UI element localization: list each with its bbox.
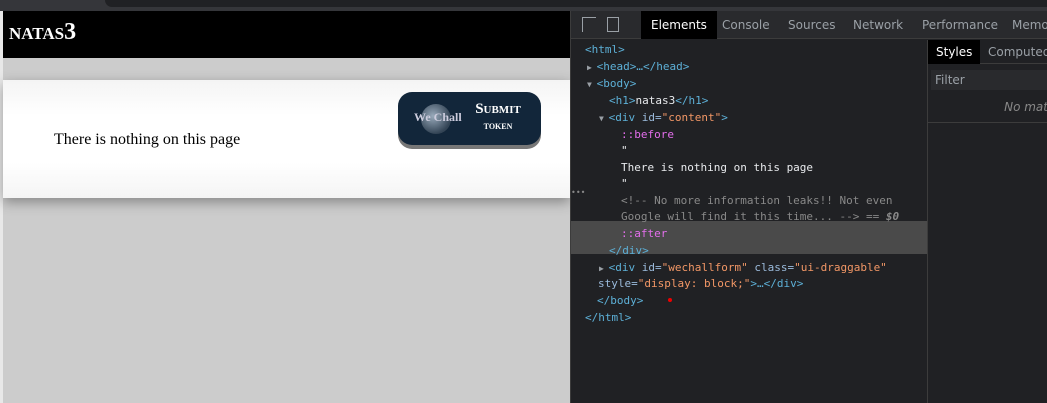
dom-html-close[interactable]: </html> — [585, 309, 631, 326]
styles-pane: Styles Computed Filter No mat — [927, 40, 1047, 403]
tab-console[interactable]: Console — [712, 11, 780, 39]
dom-node-div-content[interactable]: ▼ <div id="content"> — [599, 109, 728, 126]
more-options-icon[interactable]: ••• — [571, 184, 585, 201]
collapse-arrow-icon[interactable]: ▼ — [599, 114, 609, 123]
dom-tree: <html> ▶ <head>…</head> ▼ <body> <h1>nat… — [571, 40, 927, 403]
tab-sources[interactable]: Sources — [778, 11, 845, 39]
h1-close: </h1> — [675, 94, 709, 107]
no-matching-text: No mat — [1004, 100, 1047, 114]
comment-text: Google will find it this time... --> — [621, 210, 860, 223]
dom-div-close[interactable]: </div> — [609, 242, 649, 259]
expand-arrow-icon[interactable]: ▶ — [599, 264, 609, 273]
token-label: token — [483, 118, 513, 132]
wechall-logo: We Chall — [414, 110, 462, 124]
h1-text: natas3 — [635, 94, 676, 107]
wf-style-attr: style= — [598, 277, 638, 290]
console-ref: $0 — [885, 210, 900, 223]
red-dot — [668, 298, 672, 302]
dom-node-wechallform[interactable]: ▶ <div id="wechallform" class="ui-dragga… — [599, 259, 887, 276]
submit-label: Submit — [475, 101, 521, 117]
dom-wechallform-style[interactable]: style="display: block;">…</div> — [598, 275, 803, 292]
h1-open: <h1> — [609, 94, 636, 107]
dom-quote: " — [621, 177, 628, 190]
collapse-arrow-icon[interactable]: ▼ — [587, 80, 597, 89]
page-title: natas3 — [9, 19, 77, 45]
content-box: There is nothing on this page We Chall S… — [3, 80, 570, 198]
dom-node-after[interactable]: ::after — [621, 225, 667, 242]
content-text: There is nothing on this page — [54, 131, 241, 148]
dom-comment-line1[interactable]: <!-- No more information leaks!! Not eve… — [621, 192, 893, 209]
head-tag: <head>…</head> — [596, 60, 690, 73]
tab-computed[interactable]: Computed — [980, 40, 1047, 64]
dom-node-html[interactable]: <html> — [585, 41, 625, 58]
wf-style-val: "display: block;" — [637, 277, 751, 290]
eq: == — [859, 210, 886, 223]
address-bar[interactable] — [105, 0, 1047, 7]
div-val: "content" — [661, 111, 722, 124]
wf-tag: <div — [608, 261, 642, 274]
wf-id-val: "wechallform" — [661, 261, 748, 274]
tab-network[interactable]: Network — [843, 11, 913, 39]
dom-comment-line2[interactable]: Google will find it this time... --> == … — [621, 208, 899, 225]
wf-id-attr: id= — [641, 261, 662, 274]
body-tag: <body> — [596, 77, 637, 90]
div-tag: <div — [608, 111, 642, 124]
dom-node-before[interactable]: ::before — [621, 126, 674, 143]
wf-class-attr: class= — [747, 261, 795, 274]
tab-memory[interactable]: Memo — [1002, 11, 1047, 39]
tab-styles[interactable]: Styles — [928, 40, 981, 64]
dom-node-h1[interactable]: <h1>natas3</h1> — [609, 92, 708, 109]
page-header: natas3 — [3, 11, 570, 58]
wechall-submit-token-button[interactable]: We Chall Submit token — [398, 92, 541, 145]
dom-body-close[interactable]: </body> — [597, 292, 643, 309]
web-page: natas3 There is nothing on this page We … — [0, 11, 570, 403]
expand-arrow-icon[interactable]: ▶ — [587, 63, 597, 72]
devtools-panel: Elements Console Sources Network Perform… — [570, 11, 1047, 403]
styles-filter-input[interactable]: Filter — [931, 70, 1047, 90]
divider — [928, 122, 1047, 123]
tab-elements[interactable]: Elements — [641, 11, 717, 39]
wf-class-val: "ui-draggable" — [794, 261, 887, 274]
div-attr: id= — [641, 111, 662, 124]
browser-top-strip — [0, 0, 1047, 11]
devtools-toolbar: Elements Console Sources Network Perform… — [571, 11, 1047, 39]
dom-node-head[interactable]: ▶ <head>…</head> — [587, 58, 689, 75]
wf-end: >…</div> — [750, 277, 804, 290]
inspect-element-icon[interactable] — [582, 17, 596, 32]
dom-node-body[interactable]: ▼ <body> — [587, 75, 636, 92]
dom-quote: " — [621, 144, 628, 157]
device-toolbar-icon[interactable] — [607, 17, 619, 32]
tab-performance[interactable]: Performance — [912, 11, 1008, 39]
dom-text-node[interactable]: There is nothing on this page — [621, 159, 813, 176]
div-end: > — [721, 111, 728, 124]
